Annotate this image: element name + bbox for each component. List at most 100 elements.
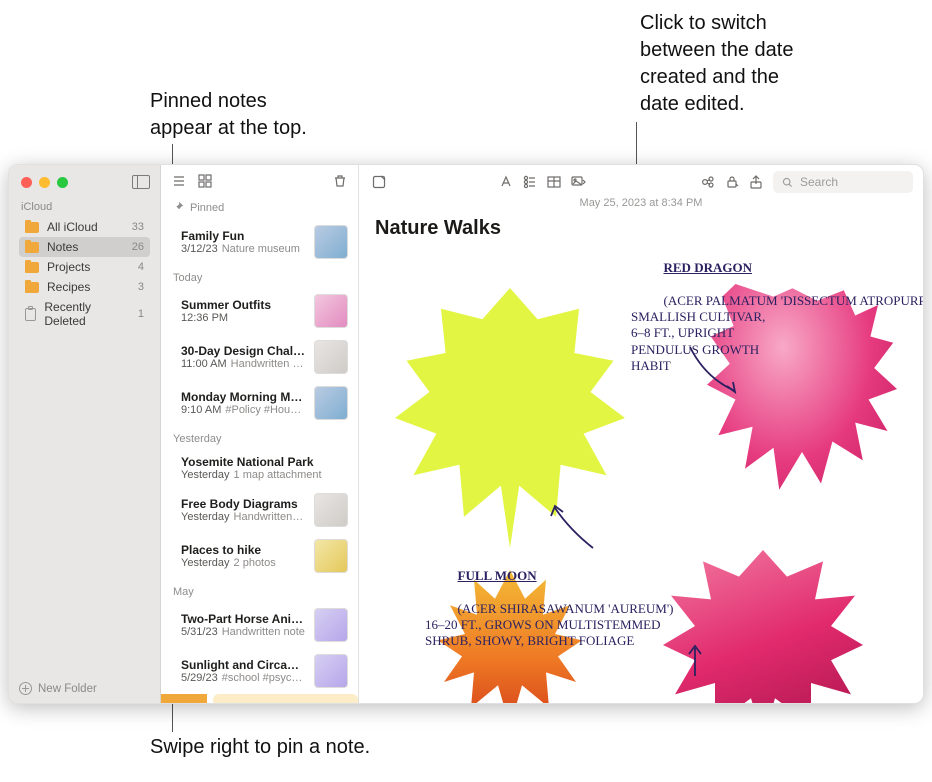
note-row-sub: 5/29/23#school #psycholo… bbox=[181, 672, 306, 684]
note-row-sub: Yesterday2 photos bbox=[181, 557, 306, 569]
note-row[interactable]: Summer Outfits12:36 PM bbox=[161, 288, 358, 334]
notes-section-label: Yesterday bbox=[173, 433, 222, 445]
search-icon bbox=[781, 176, 794, 189]
folder-icon bbox=[25, 262, 39, 273]
sidebar: iCloud All iCloud 33 Notes 26 Projects 4 Recip… bbox=[9, 165, 161, 703]
annotation-full-moon-body: (ACER SHIRASAWANUM 'AUREUM') 16–20 FT., … bbox=[425, 601, 674, 649]
annotation-full-moon-head: FULL MOON bbox=[458, 568, 537, 583]
delete-note-icon[interactable] bbox=[330, 172, 350, 190]
note-row-title: Monday Morning Meeting bbox=[181, 390, 306, 404]
zoom-window-button[interactable] bbox=[57, 177, 68, 188]
text-format-icon[interactable] bbox=[496, 173, 516, 191]
link-note-icon[interactable] bbox=[698, 173, 718, 191]
sidebar-item-recipes[interactable]: Recipes 3 bbox=[19, 277, 150, 297]
sketch-leaf-magenta bbox=[663, 550, 863, 703]
note-row[interactable]: Free Body DiagramsYesterdayHandwritten n… bbox=[161, 487, 358, 533]
sidebar-account-heading: iCloud bbox=[19, 197, 150, 217]
arrow-icon bbox=[685, 342, 745, 402]
note-thumbnail bbox=[314, 608, 348, 642]
note-thumbnail bbox=[314, 654, 348, 688]
checklist-icon[interactable] bbox=[520, 173, 540, 191]
note-row-sub: 3/12/23Nature museum bbox=[181, 243, 306, 255]
new-folder-label: New Folder bbox=[38, 683, 97, 695]
sidebar-item-label: Recipes bbox=[47, 280, 90, 294]
sidebar-item-label: Projects bbox=[47, 260, 90, 274]
list-view-icon[interactable] bbox=[169, 172, 189, 190]
new-folder-button[interactable]: New Folder bbox=[9, 674, 160, 703]
annotation-full-moon: FULL MOON (ACER SHIRASAWANUM 'AUREUM') 1… bbox=[425, 552, 674, 666]
note-row-title: 30-Day Design Challen… bbox=[181, 344, 306, 358]
note-row-title: Sunlight and Circadian… bbox=[181, 658, 306, 672]
sidebar-item-recently-deleted[interactable]: Recently Deleted 1 bbox=[19, 297, 150, 331]
search-placeholder: Search bbox=[800, 175, 838, 189]
note-row-title: Family Fun bbox=[181, 229, 306, 243]
window-controls bbox=[9, 165, 160, 197]
sidebar-toggle-icon[interactable] bbox=[132, 175, 150, 189]
note-body[interactable]: Nature Walks RED DRAGON (ACER PALMATUM '… bbox=[359, 215, 923, 703]
sidebar-item-all-icloud[interactable]: All iCloud 33 bbox=[19, 217, 150, 237]
sidebar-item-count: 1 bbox=[138, 308, 144, 320]
lock-icon[interactable] bbox=[722, 173, 742, 191]
folder-icon bbox=[25, 222, 39, 233]
gallery-view-icon[interactable] bbox=[195, 172, 215, 190]
note-row-sub: YesterdayHandwritten note bbox=[181, 511, 306, 523]
callout-date: Click to switch between the date created… bbox=[640, 10, 880, 118]
annotation-red-dragon-head: RED DRAGON bbox=[664, 260, 752, 275]
annotation-red-dragon: RED DRAGON (ACER PALMATUM 'DISSECTUM ATR… bbox=[631, 244, 923, 390]
new-note-icon[interactable] bbox=[369, 173, 389, 191]
sidebar-item-count: 33 bbox=[132, 221, 144, 233]
note-thumbnail bbox=[314, 294, 348, 328]
note-thumbnail bbox=[314, 340, 348, 374]
note-thumbnail bbox=[314, 539, 348, 573]
note-row[interactable]: 30-Day Design Challen…11:00 AMHandwritte… bbox=[161, 334, 358, 380]
notes-section-label: Pinned bbox=[190, 202, 224, 214]
note-row[interactable]: Nature Walks5/25/23Handwritten note bbox=[213, 694, 358, 703]
sidebar-item-label: All iCloud bbox=[47, 220, 98, 234]
notes-list-pane: Pinned Family Fun3/12/23Nature museum Toda… bbox=[161, 165, 359, 703]
note-row-title: Summer Outfits bbox=[181, 298, 306, 312]
notes-section-header: May bbox=[161, 579, 358, 602]
note-row[interactable]: Monday Morning Meeting9:10 AM#Policy #Ho… bbox=[161, 380, 358, 426]
share-icon[interactable] bbox=[746, 173, 766, 191]
note-row[interactable]: Sunlight and Circadian…5/29/23#school #p… bbox=[161, 648, 358, 694]
sidebar-item-count: 3 bbox=[138, 281, 144, 293]
note-title: Nature Walks bbox=[375, 215, 907, 240]
sidebar-item-count: 4 bbox=[138, 261, 144, 273]
search-field[interactable]: Search bbox=[773, 171, 913, 193]
note-row-title: Places to hike bbox=[181, 543, 306, 557]
notes-section-header: Yesterday bbox=[161, 426, 358, 449]
swipe-pin-action[interactable] bbox=[161, 694, 207, 703]
notes-section-label: Today bbox=[173, 272, 202, 284]
notes-section-header: Today bbox=[161, 265, 358, 288]
sidebar-item-label: Recently Deleted bbox=[44, 300, 130, 328]
note-row[interactable]: Family Fun3/12/23Nature museum bbox=[161, 219, 358, 265]
plus-icon bbox=[19, 682, 32, 695]
note-thumbnail bbox=[314, 225, 348, 259]
note-row[interactable]: Two-Part Horse Anima…5/31/23Handwritten … bbox=[161, 602, 358, 648]
close-window-button[interactable] bbox=[21, 177, 32, 188]
note-row-sub: 9:10 AM#Policy #Housing… bbox=[181, 404, 306, 416]
minimize-window-button[interactable] bbox=[39, 177, 50, 188]
table-icon[interactable] bbox=[544, 173, 564, 191]
pin-icon bbox=[173, 201, 184, 215]
swipe-pin-row[interactable]: Nature Walks5/25/23Handwritten note bbox=[161, 694, 358, 703]
folder-icon bbox=[25, 282, 39, 293]
note-row-sub: Yesterday1 map attachment bbox=[181, 469, 348, 481]
note-thumbnail bbox=[314, 386, 348, 420]
sidebar-item-count: 26 bbox=[132, 241, 144, 253]
callout-swipe: Swipe right to pin a note. bbox=[150, 734, 370, 761]
note-date-toggle[interactable]: May 25, 2023 at 8:34 PM bbox=[359, 195, 923, 215]
notes-section-label: May bbox=[173, 586, 194, 598]
media-icon[interactable] bbox=[568, 173, 588, 191]
sidebar-item-projects[interactable]: Projects 4 bbox=[19, 257, 150, 277]
note-row[interactable]: Places to hikeYesterday2 photos bbox=[161, 533, 358, 579]
note-row-title: Free Body Diagrams bbox=[181, 497, 306, 511]
annotation-red-dragon-body: (ACER PALMATUM 'DISSECTUM ATROPURPUREUM'… bbox=[631, 293, 923, 373]
notes-window: iCloud All iCloud 33 Notes 26 Projects 4 Recip… bbox=[8, 164, 924, 704]
sidebar-item-label: Notes bbox=[47, 240, 78, 254]
note-row-sub: 11:00 AMHandwritten note bbox=[181, 358, 306, 370]
note-row[interactable]: Yosemite National ParkYesterday1 map att… bbox=[161, 449, 358, 487]
note-row-title: Yosemite National Park bbox=[181, 455, 348, 469]
sidebar-item-notes[interactable]: Notes 26 bbox=[19, 237, 150, 257]
note-editor-pane: Search May 25, 2023 at 8:34 PM Nature Wa… bbox=[359, 165, 923, 703]
